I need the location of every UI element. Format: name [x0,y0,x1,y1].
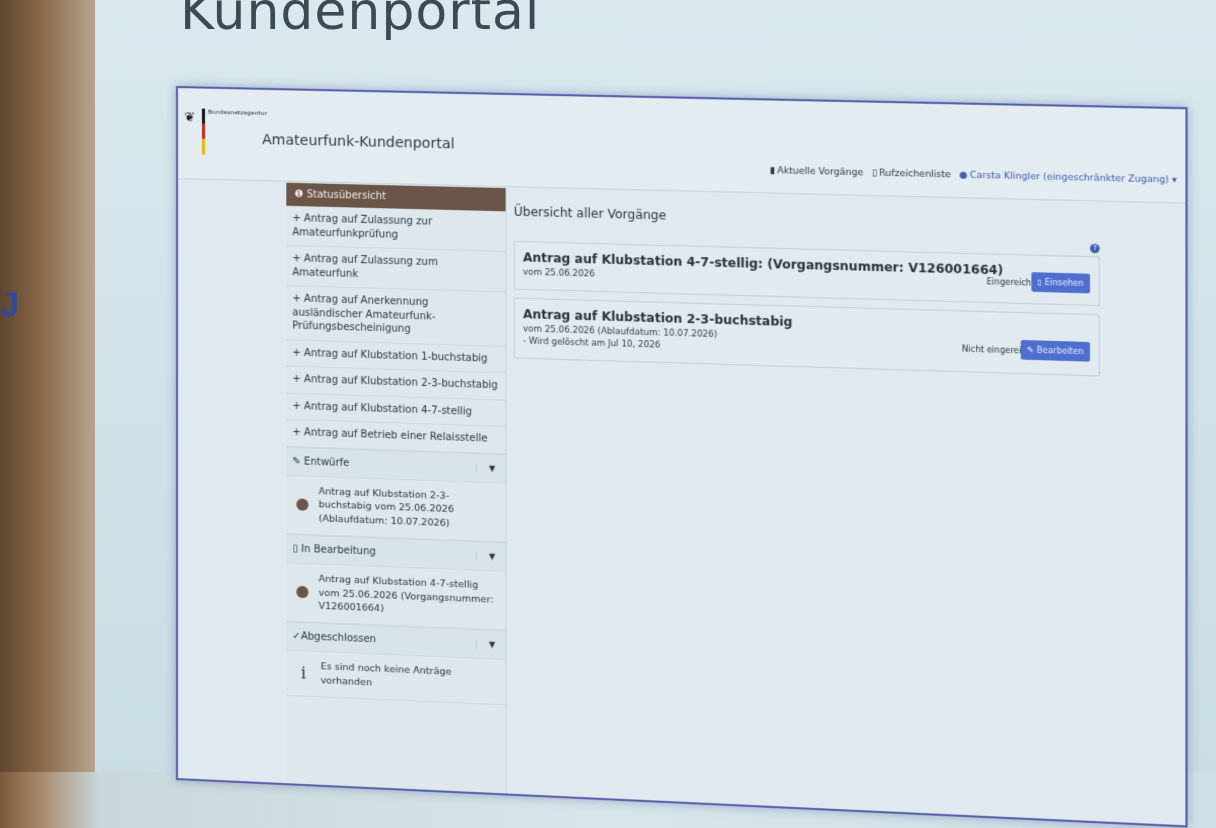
process-card: Antrag auf Klubstation 2-3-buchstabig vo… [514,298,1100,377]
view-button-label: Einsehen [1045,278,1084,288]
nav-current[interactable]: ▮ Aktuelle Vorgänge [770,166,863,178]
status-badge: Eingereicht [987,277,1035,288]
edit-button[interactable]: ✎ Bearbeiten [1021,340,1090,362]
portal-screenshot: ❦ Bundesnetzagentur Amateurfunk-Kundenpo… [176,86,1188,827]
document-icon: ▯ [1037,277,1044,286]
background-left-edge [0,0,95,772]
completed-entry: i Es sind noch keine Anträge vorhanden [286,651,505,705]
info-icon: ❶ [294,189,303,200]
document-icon: ▯ [292,543,301,554]
process-card: Antrag auf Klubstation 4-7-stellig: (Vor… [514,241,1100,307]
user-menu[interactable]: ● Carsta Klingler (eingeschränkter Zugang… [959,170,1176,185]
edge-glyph: J [0,286,19,325]
sidebar-item[interactable]: + Antrag auf Zulassung zur Amateurfunkpr… [286,206,505,252]
user-icon: ● [959,170,967,180]
info-icon: i [296,661,310,685]
edit-button-label: Bearbeiten [1037,346,1084,357]
nav-list[interactable]: ▯ Rufzeichenliste [872,168,951,180]
help-icon[interactable]: ? [1090,244,1100,254]
eagle-icon: ❦ [184,110,198,124]
nav-current-label: Aktuelle Vorgänge [777,166,863,178]
slide-title: Kundenportal [180,0,540,42]
draft-entry-text: Antrag auf Klubstation 2-3-buchstabig vo… [319,485,500,533]
page-title: Übersicht aller Vorgänge [514,204,1100,233]
completed-label: Abgeschlossen [301,631,376,645]
status-label: Statusübersicht [307,189,386,202]
in-progress-entry-text: Antrag auf Klubstation 4-7-stellig vom 2… [319,572,500,621]
status-dot [296,586,308,599]
view-button[interactable]: ▯ Einsehen [1031,272,1090,293]
status-dot [296,499,308,511]
sidebar-item[interactable]: + Antrag auf Anerkennung ausländischer A… [286,286,505,346]
in-progress-label: In Bearbeitung [301,544,376,558]
top-navigation: ▮ Aktuelle Vorgänge ▯ Rufzeichenliste ● Car… [770,166,1177,186]
agency-name: Bundesnetzagentur [208,109,267,117]
chevron-down-icon[interactable]: ▼ [476,551,500,561]
completed-entry-text: Es sind noch keine Anträge vorhanden [321,660,500,695]
drafts-label: Entwürfe [304,456,349,469]
main-content: Übersicht aller Vorgänge ? Antrag auf Kl… [514,194,1100,377]
user-label: Carsta Klingler (eingeschränkter Zugang) [970,171,1169,186]
flag-stripe [202,109,205,155]
sidebar-item[interactable]: + Antrag auf Zulassung zum Amateurfunk [286,246,505,292]
draft-entry[interactable]: Antrag auf Klubstation 2-3-buchstabig vo… [286,475,505,542]
document-icon: ▮ [770,166,775,176]
chevron-down-icon[interactable]: ▼ [476,463,500,473]
nav-list-label: Rufzeichenliste [879,168,951,180]
list-icon: ▯ [872,168,877,178]
portal-name[interactable]: Amateurfunk-Kundenportal [262,132,454,153]
in-progress-entry[interactable]: Antrag auf Klubstation 4-7-stellig vom 2… [286,563,505,630]
sidebar: ❶ Statusübersicht + Antrag auf Zulassung… [286,183,506,796]
edit-icon: ✎ [1027,346,1037,356]
chevron-down-icon[interactable]: ▼ [476,639,500,649]
edit-icon: ✎ [292,456,304,467]
